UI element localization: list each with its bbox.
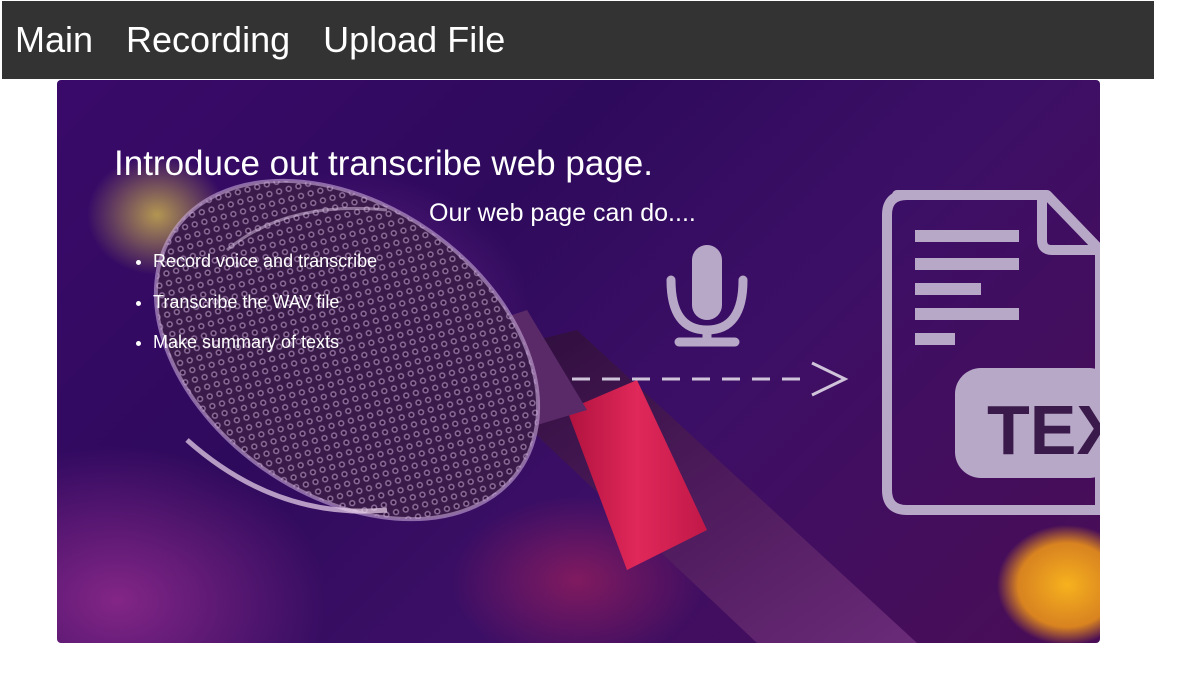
- feature-list: Record voice and transcribe Transcribe t…: [113, 248, 377, 370]
- list-item: Make summary of texts: [153, 329, 377, 370]
- hero-title: Introduce out transcribe web page.: [114, 144, 653, 183]
- microphone-icon: [666, 245, 748, 347]
- gold-bokeh: [997, 525, 1100, 643]
- list-item: Record voice and transcribe: [153, 248, 377, 289]
- text-badge-label: TEX: [987, 391, 1100, 469]
- nav-link-upload-file[interactable]: Upload File: [309, 1, 518, 79]
- nav-link-main[interactable]: Main: [2, 1, 106, 79]
- list-item: Transcribe the WAV file: [153, 289, 377, 330]
- nav-link-recording[interactable]: Recording: [112, 1, 303, 79]
- hero-banner: TEX Introduce out transcribe web page. O…: [57, 80, 1100, 643]
- hero-subtitle: Our web page can do....: [429, 199, 696, 227]
- top-navbar: Main Recording Upload File: [2, 1, 1154, 79]
